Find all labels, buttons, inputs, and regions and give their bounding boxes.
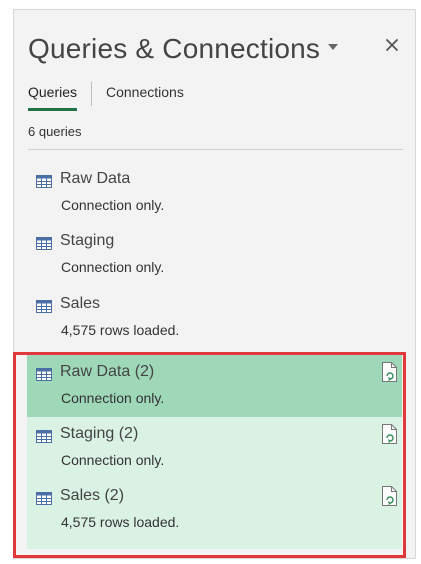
table-icon xyxy=(36,368,52,381)
tab-queries-label: Queries xyxy=(28,84,78,100)
active-tab-indicator xyxy=(28,108,77,111)
query-item[interactable]: Staging Connection only. xyxy=(27,224,402,286)
tab-separator xyxy=(91,82,92,106)
query-status: 4,575 rows loaded. xyxy=(61,514,180,530)
query-status: Connection only. xyxy=(61,452,165,468)
query-status: 4,575 rows loaded. xyxy=(61,322,180,338)
query-item[interactable]: Raw Data Connection only. xyxy=(27,162,402,224)
tab-connections-label: Connections xyxy=(106,84,184,100)
query-status: Connection only. xyxy=(61,390,165,406)
table-icon xyxy=(36,175,52,188)
pane-title: Queries & Connections xyxy=(28,33,321,64)
refresh-document-icon[interactable] xyxy=(381,486,398,506)
query-item-selected-active[interactable]: Raw Data (2) Connection only. xyxy=(27,355,402,417)
tab-connections[interactable]: Connections xyxy=(106,84,184,100)
query-status: Connection only. xyxy=(61,259,165,275)
pane-options-button[interactable] xyxy=(325,40,341,54)
table-icon xyxy=(36,237,52,250)
query-name: Staging (2) xyxy=(60,425,139,442)
tab-queries[interactable]: Queries xyxy=(28,84,77,100)
chevron-down-icon xyxy=(328,44,338,50)
query-item-selected[interactable]: Staging (2) Connection only. xyxy=(27,417,402,479)
close-button[interactable] xyxy=(383,36,401,54)
table-icon xyxy=(36,492,52,505)
query-name: Sales xyxy=(60,295,101,312)
table-icon xyxy=(36,300,52,313)
refresh-document-icon[interactable] xyxy=(381,362,398,382)
query-item-selected[interactable]: Sales (2) 4,575 rows loaded. xyxy=(27,479,402,549)
query-count: 6 queries xyxy=(28,124,82,139)
refresh-document-icon[interactable] xyxy=(381,424,398,444)
query-name: Staging xyxy=(60,232,115,249)
divider xyxy=(28,149,403,150)
close-icon xyxy=(386,39,398,51)
query-name: Raw Data xyxy=(60,170,131,187)
query-item[interactable]: Sales 4,575 rows loaded. xyxy=(27,287,402,349)
query-name: Sales (2) xyxy=(60,487,125,504)
query-name: Raw Data (2) xyxy=(60,363,155,380)
queries-connections-pane: Queries & Connections Queries Connection… xyxy=(13,9,416,559)
table-icon xyxy=(36,430,52,443)
query-status: Connection only. xyxy=(61,197,165,213)
